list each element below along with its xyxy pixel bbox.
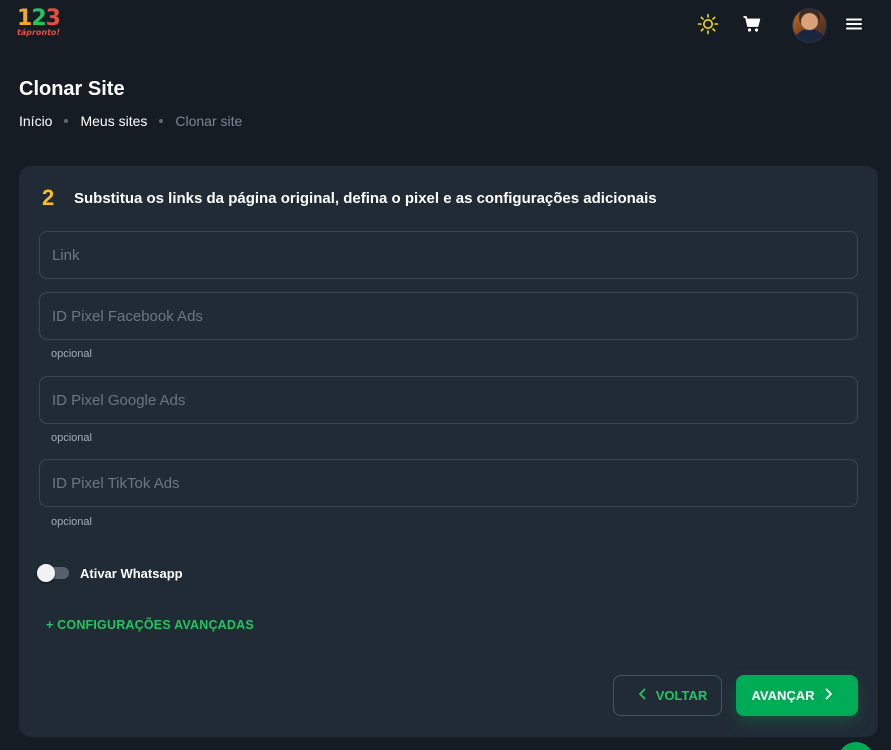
breadcrumb-home[interactable]: Início bbox=[19, 113, 52, 129]
breadcrumb-separator bbox=[64, 119, 69, 123]
sun-icon[interactable] bbox=[694, 10, 722, 38]
breadcrumb: Início Meus sites Clonar site bbox=[19, 113, 242, 129]
toggle-knob bbox=[37, 564, 55, 582]
next-button[interactable]: AVANÇAR bbox=[736, 675, 858, 716]
chevron-left-icon bbox=[638, 688, 646, 703]
step-header: 2 Substitua os links da página original,… bbox=[42, 185, 657, 211]
breadcrumb-my-sites[interactable]: Meus sites bbox=[80, 113, 147, 129]
google-pixel-hint: opcional bbox=[51, 432, 92, 444]
logo-numbers: 123 bbox=[17, 6, 61, 31]
back-button[interactable]: VOLTAR bbox=[613, 675, 722, 716]
tiktok-pixel-field[interactable] bbox=[39, 459, 858, 507]
menu-icon[interactable] bbox=[840, 10, 868, 38]
logo-tagline: tápronto! bbox=[17, 28, 61, 37]
avatar[interactable] bbox=[792, 8, 827, 43]
top-bar: 123 tápronto! bbox=[0, 0, 891, 52]
facebook-pixel-field[interactable] bbox=[39, 292, 858, 340]
tiktok-pixel-hint: opcional bbox=[51, 516, 92, 528]
breadcrumb-separator bbox=[159, 119, 164, 123]
breadcrumb-current: Clonar site bbox=[175, 113, 243, 129]
whatsapp-toggle-row: Ativar Whatsapp bbox=[37, 564, 183, 582]
back-button-label: VOLTAR bbox=[655, 688, 708, 703]
whatsapp-toggle[interactable] bbox=[37, 564, 70, 582]
logo[interactable]: 123 tápronto! bbox=[17, 8, 63, 42]
next-button-label: AVANÇAR bbox=[751, 688, 815, 703]
clone-site-card: 2 Substitua os links da página original,… bbox=[19, 166, 878, 737]
google-pixel-field[interactable] bbox=[39, 376, 858, 424]
advanced-settings-link[interactable]: + CONFIGURAÇÕES AVANÇADAS bbox=[46, 618, 254, 632]
whatsapp-toggle-label: Ativar Whatsapp bbox=[80, 565, 183, 581]
chevron-right-icon bbox=[825, 688, 833, 703]
tiktok-pixel-input[interactable] bbox=[40, 460, 857, 506]
floating-action-button[interactable] bbox=[838, 742, 874, 750]
google-pixel-input[interactable] bbox=[40, 377, 857, 423]
page-title: Clonar Site bbox=[19, 78, 125, 100]
link-input[interactable] bbox=[40, 232, 857, 278]
facebook-pixel-input[interactable] bbox=[40, 293, 857, 339]
step-number: 2 bbox=[42, 185, 55, 210]
step-title: Substitua os links da página original, d… bbox=[74, 189, 657, 207]
facebook-pixel-hint: opcional bbox=[51, 348, 92, 360]
link-field[interactable] bbox=[39, 231, 858, 279]
cart-icon[interactable] bbox=[738, 10, 766, 38]
